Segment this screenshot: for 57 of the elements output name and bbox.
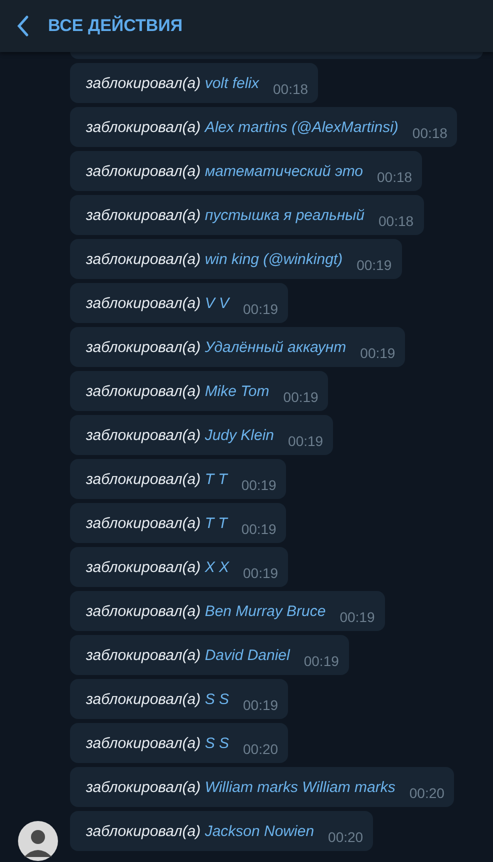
message-text: заблокировал(а) T T [86,514,228,532]
message-text: заблокировал(а) Ben Murray Bruce [86,602,326,620]
message-text: заблокировал(а) T T [86,470,228,488]
message-time: 00:20 [409,785,444,801]
message-time: 00:19 [243,565,278,581]
message-time: 00:18 [412,125,448,141]
message-text: заблокировал(а) пустышка я реальный [86,206,364,224]
message-text: заблокировал(а) V V [86,294,229,312]
user-link[interactable]: Удалённый аккаунт [204,338,346,356]
user-link[interactable]: T T [204,470,228,488]
message-text: заблокировал(а) Jackson Nowien [86,822,314,840]
message-text: заблокировал(а) Mike Tom [86,382,270,400]
message-text: заблокировал(а) Удалённый аккаунт [86,338,346,356]
message-time: 00:19 [283,389,318,405]
user-link[interactable]: Judy Klein [204,426,274,444]
message-text: заблокировал(а) volt felix [86,74,259,92]
user-link[interactable]: V V [204,294,229,312]
message-time: 00:19 [356,257,392,273]
message-text: заблокировал(а) William marks William marks [86,778,396,796]
message-text: заблокировал(а) Alex martins (@AlexMartinsi) [86,118,398,136]
message-text: заблокировал(а) S S [86,690,229,708]
message-time: 00:19 [304,653,339,669]
avatar[interactable] [18,821,58,861]
user-link[interactable]: win king (@winkingt) [204,250,343,268]
message-time: 00:18 [377,169,412,185]
message-time: 00:19 [241,521,276,537]
message-text: заблокировал(а) X X [86,558,229,576]
user-link[interactable]: T T [204,514,228,532]
page-title: ВСЕ ДЕЙСТВИЯ [48,16,183,36]
message-time: 00:19 [243,301,278,317]
message-time: 00:18 [378,213,414,229]
message-time: 00:19 [241,477,276,493]
user-link[interactable]: Alex martins (@AlexMartinsi) [204,118,398,136]
message-time: 00:19 [243,697,278,713]
message-time: 00:18 [273,81,308,97]
user-link[interactable]: пустышка я реальный [204,206,364,224]
message-text: заблокировал(а) математический это [86,162,363,180]
back-button[interactable] [16,15,30,37]
user-link[interactable]: Jackson Nowien [204,822,314,840]
user-link[interactable]: volt felix [204,74,259,92]
user-link[interactable]: William marks William marks [204,778,396,796]
user-link[interactable]: Mike Tom [204,382,270,400]
message-time: 00:20 [243,741,278,757]
user-link[interactable]: X X [204,558,229,576]
message-time: 00:19 [360,345,396,361]
message-time: 00:19 [340,609,375,625]
user-link[interactable]: Ben Murray Bruce [204,602,326,620]
message-time: 00:20 [328,829,364,845]
message-text: заблокировал(а) win king (@winkingt) [86,250,343,268]
message-time: 00:19 [288,433,324,449]
user-link[interactable]: S S [204,690,229,708]
message-text: заблокировал(а) David Daniel [86,646,290,664]
user-link[interactable]: David Daniel [204,646,290,664]
user-link[interactable]: математический это [204,162,363,180]
message-text: заблокировал(а) Judy Klein [86,426,274,444]
message-text: заблокировал(а) S S [86,734,229,752]
user-link[interactable]: S S [204,734,229,752]
